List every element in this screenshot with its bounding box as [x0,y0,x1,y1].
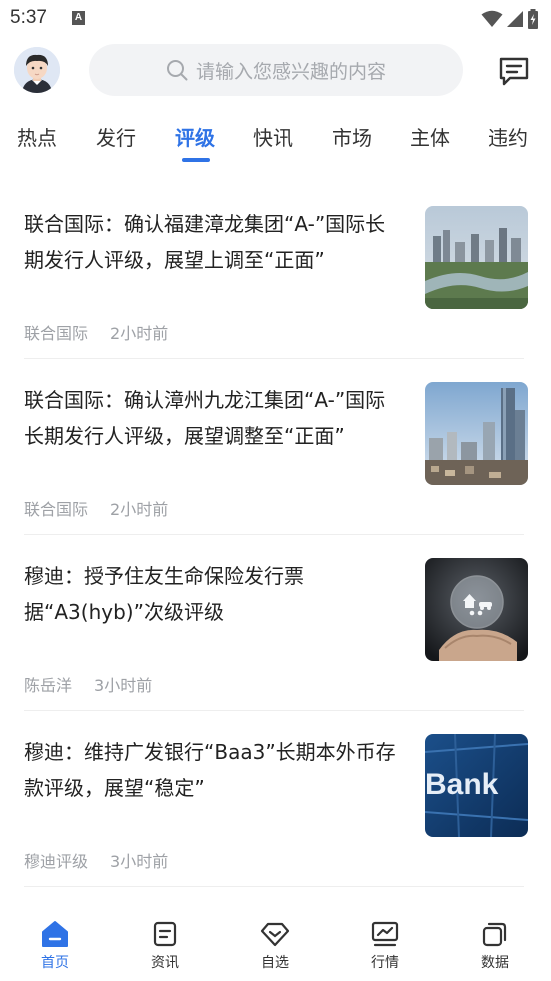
news-title: 穆迪：授予住友生命保险发行票据“A3(hyb)”次级评级 [24,564,304,624]
tab-hot[interactable]: 热点 [17,122,57,151]
tab-rating[interactable]: 评级 [175,122,215,151]
news-item[interactable]: 联合国际：确认漳州九龙江集团“A-”国际长期发行人评级，展望调整至“正面” 联合… [24,382,528,558]
news-time: 2小时前 [110,324,169,343]
nav-market[interactable]: 行情 [345,920,425,972]
nav-home[interactable]: 首页 [15,920,95,972]
tab-entity[interactable]: 主体 [410,122,450,151]
divider [24,358,524,359]
nav-watchlist[interactable]: 自选 [235,920,315,972]
home-icon [42,921,68,947]
news-meta: 联合国际 2小时前 [24,496,168,520]
news-thumbnail [425,558,528,661]
news-source: 陈岳洋 [24,676,73,695]
bank-sign-text: Bank [425,768,499,801]
news-item[interactable]: 穆迪：维持广发银行“Baa3”长期本外币存款评级，展望“稳定” 穆迪评级 3小时前… [24,734,528,910]
news-thumbnail [425,382,528,485]
nav-label: 数据 [481,955,509,971]
diamond-icon [260,922,290,947]
keyboard-a-icon: A [72,11,85,25]
news-meta: 陈岳洋 3小时前 [24,672,152,696]
message-button[interactable] [497,54,531,88]
nav-news[interactable]: 资讯 [125,920,205,972]
status-bar: 5:37 A [0,0,551,38]
tab-flash[interactable]: 快讯 [253,122,293,151]
active-tab-indicator [182,158,210,162]
category-tabs: 热点 发行 评级 快讯 市场 主体 违约 [0,114,551,170]
battery-icon [528,9,538,29]
nav-label: 首页 [41,955,69,971]
message-icon [499,57,529,86]
news-title: 联合国际：确认漳州九龙江集团“A-”国际长期发行人评级，展望调整至“正面” [24,388,386,448]
stack-icon [482,922,507,947]
nav-label: 自选 [261,955,289,971]
bottom-navigation: 首页 资讯 自选 行情 数据 [0,910,551,981]
divider [24,534,524,535]
search-icon [166,60,188,81]
news-time: 2小时前 [110,500,169,519]
news-thumbnail [425,206,528,309]
header: 请输入您感兴趣的内容 [0,40,551,100]
news-icon [153,921,177,947]
nav-data[interactable]: 数据 [455,920,535,972]
tab-issuance[interactable]: 发行 [96,122,136,151]
news-meta: 穆迪评级 3小时前 [24,848,168,872]
news-time: 3小时前 [110,852,169,871]
tab-default[interactable]: 违约 [488,122,528,151]
signal-icon [507,11,523,27]
news-title: 穆迪：维持广发银行“Baa3”长期本外币存款评级，展望“稳定” [24,740,396,800]
status-icons [481,9,539,29]
news-title: 联合国际：确认福建漳龙集团“A-”国际长期发行人评级，展望上调至“正面” [24,212,386,272]
search-input[interactable]: 请输入您感兴趣的内容 [89,44,463,96]
nav-label: 行情 [371,955,399,971]
news-item[interactable]: 穆迪：授予住友生命保险发行票据“A3(hyb)”次级评级 陈岳洋 3小时前 [24,558,528,734]
news-time: 3小时前 [94,676,153,695]
nav-label: 资讯 [151,955,179,971]
avatar-image [14,47,60,93]
news-source: 穆迪评级 [24,852,89,871]
status-time: 5:37 [10,7,47,28]
wifi-icon [481,10,503,27]
chart-icon [371,921,399,947]
news-meta: 联合国际 2小时前 [24,320,168,344]
avatar[interactable] [14,47,60,93]
tab-market[interactable]: 市场 [332,122,372,151]
news-item[interactable]: 联合国际：确认福建漳龙集团“A-”国际长期发行人评级，展望上调至“正面” 联合国… [24,206,528,382]
search-placeholder: 请输入您感兴趣的内容 [195,60,386,83]
news-source: 联合国际 [24,500,89,519]
divider [24,710,524,711]
news-thumbnail: Bank [425,734,528,837]
news-source: 联合国际 [24,324,89,343]
divider [24,886,524,887]
